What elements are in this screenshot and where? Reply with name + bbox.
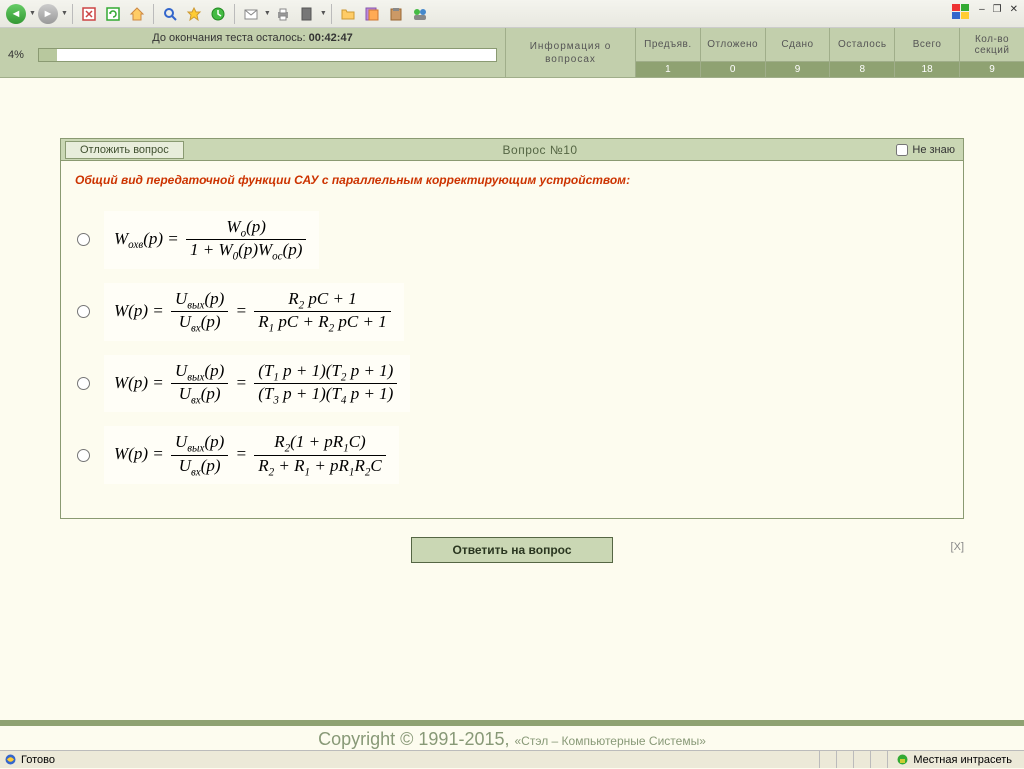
progress-bar <box>38 48 497 62</box>
timer-value: 00:42:47 <box>309 32 353 44</box>
stat-head: Сдано <box>766 28 830 61</box>
status-zone: Местная интрасеть <box>887 751 1020 768</box>
sections-column: Кол-во секций 9 <box>959 28 1024 77</box>
clipboard-icon[interactable] <box>385 3 407 25</box>
close-button[interactable]: ✕ <box>1008 4 1020 15</box>
answer-option-1: Wохв(p) = Wo(p)1 + W0(p)Woc(p) <box>75 211 949 269</box>
stat-col-3: Осталось8 <box>829 28 894 77</box>
stats-table: Предъяв.1Отложено0Сдано9Осталось8Всего18 <box>635 28 959 77</box>
stat-col-4: Всего18 <box>894 28 959 77</box>
timer-section: До окончания теста осталось: 00:42:47 4% <box>0 28 505 77</box>
stat-col-0: Предъяв.1 <box>635 28 700 77</box>
maximize-button[interactable]: ❐ <box>991 4 1004 15</box>
status-bar: Готово Местная интрасеть <box>0 750 1024 768</box>
stat-value: 0 <box>701 61 765 77</box>
stat-value: 1 <box>636 61 700 77</box>
answer-radio-1[interactable] <box>77 233 90 246</box>
info-label: Информация о вопросах <box>506 28 635 77</box>
windows-logo <box>950 2 974 22</box>
answer-option-4: W(p) = Uвых(p)Uвх(p) = R2(1 + pR1C)R2 + … <box>75 426 949 484</box>
stat-col-1: Отложено0 <box>700 28 765 77</box>
stat-value: 9 <box>766 61 830 77</box>
nav-forward-button: ► <box>37 3 59 25</box>
copyright: Copyright © 1991-2015, «Стэл – Компьютер… <box>0 729 1024 750</box>
edit-dropdown[interactable]: ▼ <box>320 10 327 17</box>
nav-back-button[interactable]: ◄ <box>5 3 27 25</box>
content-area: Отложить вопрос Вопрос №10 Не знаю Общий… <box>0 78 1024 563</box>
progress-percent: 4% <box>8 49 38 61</box>
mail-icon[interactable] <box>240 3 262 25</box>
edit-icon[interactable] <box>296 3 318 25</box>
sections-value: 9 <box>960 61 1024 77</box>
folder-icon[interactable] <box>337 3 359 25</box>
postpone-button[interactable]: Отложить вопрос <box>65 141 184 159</box>
ie-icon <box>4 753 17 766</box>
close-x-button[interactable]: [X] <box>951 541 964 553</box>
stat-head: Осталось <box>830 28 894 61</box>
status-ready: Готово <box>21 754 55 766</box>
stop-icon[interactable] <box>78 3 100 25</box>
answer-bar: Ответить на вопрос [X] <box>60 537 964 563</box>
research-icon[interactable] <box>361 3 383 25</box>
window-controls: – ❐ ✕ <box>977 4 1020 15</box>
stat-col-2: Сдано9 <box>765 28 830 77</box>
formula-2: W(p) = Uвых(p)Uвх(p) = R2 pC + 1R1 pC + … <box>104 283 404 341</box>
dontknow-label[interactable]: Не знаю <box>896 144 963 156</box>
favorites-icon[interactable] <box>183 3 205 25</box>
submit-answer-button[interactable]: Ответить на вопрос <box>411 537 612 563</box>
question-box: Отложить вопрос Вопрос №10 Не знаю Общий… <box>60 138 964 519</box>
home-icon[interactable] <box>126 3 148 25</box>
question-title: Вопрос №10 <box>184 143 897 157</box>
refresh-icon[interactable] <box>102 3 124 25</box>
stat-head: Всего <box>895 28 959 61</box>
footer-separator <box>0 720 1024 726</box>
answer-option-2: W(p) = Uвых(p)Uвх(p) = R2 pC + 1R1 pC + … <box>75 283 949 341</box>
info-column[interactable]: Информация о вопросах <box>505 28 635 77</box>
back-dropdown[interactable]: ▼ <box>29 10 36 17</box>
formula-1: Wохв(p) = Wo(p)1 + W0(p)Woc(p) <box>104 211 319 269</box>
search-icon[interactable] <box>159 3 181 25</box>
answer-radio-2[interactable] <box>77 305 90 318</box>
history-icon[interactable] <box>207 3 229 25</box>
browser-toolbar: ◄ ▼ ► ▼ ▼ ▼ – <box>0 0 1024 28</box>
question-header: Отложить вопрос Вопрос №10 Не знаю <box>61 139 963 161</box>
stat-value: 18 <box>895 61 959 77</box>
timer-label: До окончания теста осталось: <box>152 32 308 44</box>
stat-head: Предъяв. <box>636 28 700 61</box>
print-icon[interactable] <box>272 3 294 25</box>
messenger-icon[interactable] <box>409 3 431 25</box>
test-header: До окончания теста осталось: 00:42:47 4%… <box>0 28 1024 78</box>
formula-4: W(p) = Uвых(p)Uвх(p) = R2(1 + pR1C)R2 + … <box>104 426 399 484</box>
stat-head: Отложено <box>701 28 765 61</box>
answer-radio-3[interactable] <box>77 377 90 390</box>
sections-head: Кол-во секций <box>960 28 1024 61</box>
zone-icon <box>896 753 909 766</box>
answer-option-3: W(p) = Uвых(p)Uвх(p) = (T1 p + 1)(T2 p +… <box>75 355 949 413</box>
fwd-dropdown[interactable]: ▼ <box>61 10 68 17</box>
minimize-button[interactable]: – <box>977 4 987 15</box>
question-body: Общий вид передаточной функции САУ с пар… <box>61 161 963 518</box>
stat-value: 8 <box>830 61 894 77</box>
answer-radio-4[interactable] <box>77 449 90 462</box>
mail-dropdown[interactable]: ▼ <box>264 10 271 17</box>
formula-3: W(p) = Uвых(p)Uвх(p) = (T1 p + 1)(T2 p +… <box>104 355 410 413</box>
question-prompt: Общий вид передаточной функции САУ с пар… <box>75 173 949 187</box>
dontknow-checkbox[interactable] <box>896 144 908 156</box>
